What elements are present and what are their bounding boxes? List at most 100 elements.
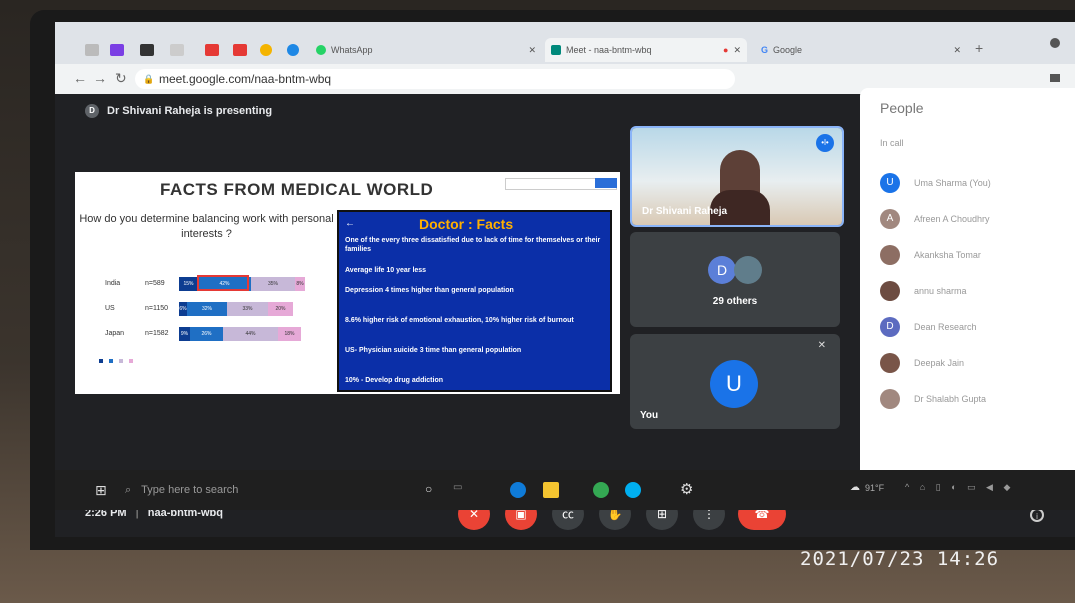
audio-level-icon: •l• [816,134,834,152]
youtube-tab-icon[interactable] [233,44,247,56]
close-tab-icon[interactable]: ✕ [733,45,741,56]
highlight-box [197,275,249,291]
settings-icon[interactable]: ⚙ [680,480,693,498]
google-tab-icon[interactable] [260,44,272,56]
search-placeholder: Type here to search [141,484,239,496]
back-icon[interactable]: ← [73,70,87,86]
tab-label: Meet - naa-bntm-wbq [566,45,652,55]
screen: WhatsApp ✕ Meet - naa-bntm-wbq ● ✕ G Goo… [55,22,1075,537]
participant-row[interactable]: Dr Shalabh Gupta [880,388,986,410]
bar-segment: 6% [179,302,187,316]
people-title: People [880,100,924,116]
pinned-tab-icon[interactable] [140,44,154,56]
legend-swatch [129,359,133,363]
legend-swatch [109,359,113,363]
participant-avatar [880,389,900,409]
participant-avatar: U [880,173,900,193]
fact-item: Average life 10 year less [345,267,427,274]
doctor-facts-title: Doctor : Facts [419,216,514,232]
weather-icon: ☁ [850,482,860,493]
weather-text: 91°F [865,483,885,493]
self-label: You [640,410,659,421]
participant-name: Dr Shalabh Gupta [914,394,987,404]
presenter-banner-text: Dr Shivani Raheja is presenting [107,105,273,117]
presenter-name: Dr Shivani Raheja [642,206,728,217]
slide-question: How do you determine balancing work with… [79,213,334,240]
url-text: meet.google.com/naa-bntm-wbq [159,72,332,86]
self-tile[interactable]: ✕ U You [630,334,840,429]
sample-size-label: n=589 [145,280,165,287]
close-tab-icon[interactable]: ✕ [528,45,536,56]
info-icon[interactable]: i [1030,508,1044,522]
sample-size-label: n=1150 [145,305,169,312]
participant-row[interactable]: D Dean Research [880,316,977,338]
pinned-tab-icon[interactable] [170,44,184,56]
presenter-avatar: D [85,104,99,118]
tab-whatsapp[interactable]: WhatsApp ✕ [310,38,542,62]
system-tray-icons[interactable]: ^ ⌂ ▯ ◐ ▭ ◀ ◆ [905,482,1014,493]
bar-segment: 9% [179,327,190,341]
participant-name: Afreen A Choudhry [914,214,990,224]
taskbar-search[interactable]: ⌕ Type here to search [125,476,425,504]
in-call-heading: In call [880,138,904,148]
chrome-tab-icon[interactable] [287,44,299,56]
edge-icon[interactable] [510,482,526,498]
participant-row[interactable]: annu sharma [880,280,967,302]
extension-icon[interactable] [1050,74,1060,82]
pinned-tab-icon[interactable] [110,44,124,56]
tab-google[interactable]: G Google ✕ [755,38,967,62]
lock-icon: 🔒 [143,74,155,84]
others-avatar: D [708,256,736,284]
folder-icon[interactable] [543,482,559,498]
new-tab-icon[interactable]: + [975,40,983,56]
pinned-tab-icon[interactable] [85,44,99,56]
participant-row[interactable]: A Afreen A Choudhry [880,208,990,230]
others-photo-avatar [734,256,762,284]
youtube-tab-icon[interactable] [205,44,219,56]
chart-legend [99,359,319,363]
country-label: Japan [105,330,125,337]
presenter-banner: D Dr Shivani Raheja is presenting [85,104,272,118]
recording-dot-icon: ● [723,45,729,55]
browser-tab-bar: WhatsApp ✕ Meet - naa-bntm-wbq ● ✕ G Goo… [55,22,1075,64]
bar-segment: 20% [268,302,293,316]
chrome-icon[interactable] [593,482,609,498]
participant-row[interactable]: Akanksha Tomar [880,244,981,266]
forward-icon[interactable]: → [93,70,107,86]
participant-avatar [880,353,900,373]
reload-icon[interactable]: ↻ [115,70,127,87]
self-avatar: U [710,360,758,408]
mic-off-icon: ✕ [817,340,826,351]
bar-segment: 18% [278,327,301,341]
chart-row: US n=1150 6% 32% 33% 20% [79,302,319,316]
shared-slide: FACTS FROM MEDICAL WORLD How do you dete… [75,172,620,394]
whatsapp-icon [316,45,326,55]
presenter-tile[interactable]: •l• Dr Shivani Raheja [630,126,844,227]
participant-name: annu sharma [914,286,967,296]
tab-meet[interactable]: Meet - naa-bntm-wbq ● ✕ [545,38,747,62]
participant-avatar: D [880,317,900,337]
bar-segment: 44% [223,327,278,341]
file-explorer-icon[interactable]: ▭ [453,482,462,493]
window-menu-icon[interactable] [1050,38,1060,48]
fact-item: Depression 4 times higher than general p… [345,287,514,294]
people-panel: People In call U Uma Sharma (You) A Afreen … [860,88,1075,493]
country-label: India [105,280,121,287]
tab-label: WhatsApp [331,45,373,55]
close-tab-icon[interactable]: ✕ [953,45,961,56]
fact-item: One of the every three dissatisfied due … [345,237,601,253]
others-tile[interactable]: D 29 others [630,232,840,327]
url-field[interactable]: 🔒 meet.google.com/naa-bntm-wbq [135,69,735,89]
meet-icon [551,45,561,55]
bar-segment: 33% [227,302,268,316]
fact-item: 10% - Develop drug addiction [345,377,444,384]
participant-name: Dean Research [914,322,977,332]
fact-item: 8.6% higher risk of emotional exhaustion… [345,317,574,324]
windows-start-icon[interactable]: ⊞ [95,482,107,499]
skype-icon[interactable] [625,482,641,498]
participant-row[interactable]: Deepak Jain [880,352,964,374]
participant-name: Uma Sharma (You) [914,178,991,188]
google-icon: G [761,45,769,55]
task-view-icon[interactable]: ○ [425,482,432,496]
participant-row[interactable]: U Uma Sharma (You) [880,172,991,194]
